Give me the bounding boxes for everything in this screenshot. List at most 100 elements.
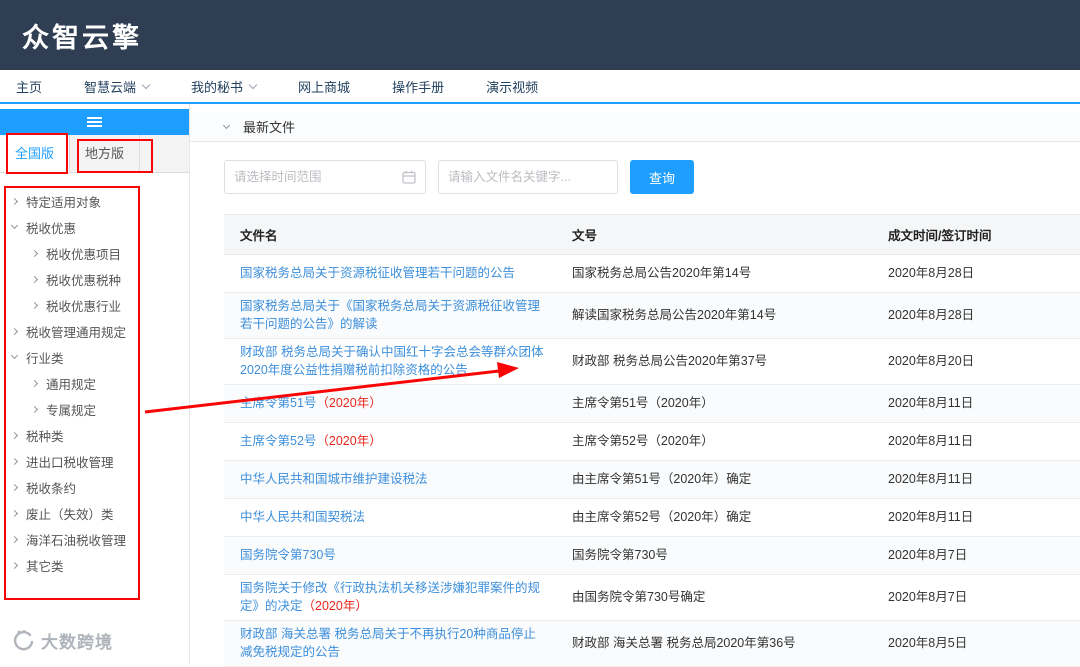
doc-number: 主席令第52号（2020年） [556,422,872,461]
watermark-logo-icon [13,629,34,650]
tree-item[interactable]: 税收管理通用规定 [0,318,189,344]
table-row: 国家税务总局关于《国家税务总局关于资源税征收管理若干问题的公告》的解读 解读国家… [224,292,1080,339]
chevron-right-icon [10,327,19,335]
doc-date: 2020年8月28日 [872,292,1080,339]
watermark-text: 大数跨境 [41,633,113,652]
doc-date: 2020年8月5日 [872,620,1080,667]
date-range-input[interactable] [234,170,394,184]
document-link[interactable]: 中华人民共和国契税法 [240,510,365,524]
documents-table: 文件名 文号 成文时间/签订时间 国家税务总局关于资源税征收管理若干问题的公告 … [224,214,1080,667]
document-link[interactable]: 主席令第52号（2020年） [240,434,382,448]
tree-item[interactable]: 税收优惠税种 [0,266,189,292]
table-row: 中华人民共和国契税法 由主席令第52号（2020年）确定 2020年8月11日 [224,498,1080,537]
table-row: 财政部 税务总局关于确认中国红十字会总会等群众团体2020年度公益性捐赠税前扣除… [224,338,1080,385]
tree-item[interactable]: 税收条约 [0,474,189,500]
sidebar: 全国版 地方版 特定适用对象 税收优惠 税收优惠项目 税收优惠税种 税收优惠行业… [0,104,190,664]
doc-number: 主席令第51号（2020年） [556,384,872,423]
panel-title: 最新文件 [243,120,296,135]
tree-item[interactable]: 其它类 [0,552,189,578]
tree-item[interactable]: 税收优惠行业 [0,292,189,318]
chevron-right-icon [30,405,39,413]
chevron-right-icon [30,275,39,283]
nav-item-smart-cloud[interactable]: 智慧云端 [84,77,151,96]
chevron-right-icon [10,431,19,439]
chevron-right-icon [30,379,39,387]
nav-item-home[interactable]: 主页 [16,77,42,96]
doc-date: 2020年8月11日 [872,384,1080,423]
date-range-field [224,160,426,194]
doc-date: 2020年8月28日 [872,254,1080,293]
doc-number: 解读国家税务总局公告2020年第14号 [556,292,872,339]
tree-item[interactable]: 税收优惠项目 [0,240,189,266]
chevron-right-icon [30,301,39,309]
chevron-right-icon [10,561,19,569]
table-row: 主席令第51号（2020年） 主席令第51号（2020年） 2020年8月11日 [224,384,1080,423]
keyword-input[interactable] [448,170,608,184]
document-link[interactable]: 国务院令第730号 [240,548,336,562]
document-link[interactable]: 财政部 海关总署 税务总局关于不再执行20种商品停止减免税规定的公告 [240,627,536,659]
table-row: 财政部 海关总署 税务总局关于不再执行20种商品停止减免税规定的公告 财政部 海… [224,620,1080,667]
category-tree: 特定适用对象 税收优惠 税收优惠项目 税收优惠税种 税收优惠行业 税收管理通用规… [0,188,189,578]
tree-item[interactable]: 税种类 [0,422,189,448]
table-row: 国务院关于修改《行政执法机关移送涉嫌犯罪案件的规定》的决定（2020年） 由国务… [224,574,1080,621]
nav-item-online-mall[interactable]: 网上商城 [298,77,350,96]
doc-date: 2020年8月7日 [872,536,1080,575]
app-header: 众智云擎 [0,0,1080,70]
col-header-docnumber: 文号 [556,214,872,255]
table-row: 主席令第52号（2020年） 主席令第52号（2020年） 2020年8月11日 [224,422,1080,461]
doc-number: 国务院令第730号 [556,536,872,575]
nav-item-my-secretary[interactable]: 我的秘书 [191,77,258,96]
table-row: 国务院令第730号 国务院令第730号 2020年8月7日 [224,536,1080,575]
tree-item[interactable]: 特定适用对象 [0,188,189,214]
collapse-chevron-icon[interactable] [222,121,231,129]
chevron-right-icon [10,457,19,465]
chevron-right-icon [10,197,19,205]
keyword-field [438,160,618,194]
document-link[interactable]: 主席令第51号（2020年） [240,396,382,410]
doc-number: 由主席令第51号（2020年）确定 [556,460,872,499]
chevron-right-icon [10,509,19,517]
menu-icon [87,115,102,129]
table-header-row: 文件名 文号 成文时间/签订时间 [224,214,1080,255]
chevron-right-icon [10,483,19,491]
document-link[interactable]: 国家税务总局关于资源税征收管理若干问题的公告 [240,266,515,280]
doc-number: 财政部 税务总局公告2020年第37号 [556,338,872,385]
tab-national-edition[interactable]: 全国版 [0,135,71,172]
tree-item[interactable]: 废止（失效）类 [0,500,189,526]
col-header-date: 成文时间/签订时间 [872,214,1080,255]
doc-date: 2020年8月7日 [872,574,1080,621]
doc-date: 2020年8月20日 [872,338,1080,385]
doc-number: 由主席令第52号（2020年）确定 [556,498,872,537]
panel-header: 最新文件 [190,112,1080,142]
calendar-icon [402,170,416,184]
chevron-down-icon [10,221,19,230]
search-button[interactable]: 查询 [630,160,694,194]
tree-item[interactable]: 海洋石油税收管理 [0,526,189,552]
chevron-down-icon [248,80,258,89]
tree-item[interactable]: 进出口税收管理 [0,448,189,474]
doc-number: 由国务院令第730号确定 [556,574,872,621]
search-toolbar: 查询 [224,160,1080,194]
doc-date: 2020年8月11日 [872,498,1080,537]
col-header-filename: 文件名 [224,214,556,255]
nav-item-demo-video[interactable]: 演示视频 [486,77,538,96]
table-row: 国家税务总局关于资源税征收管理若干问题的公告 国家税务总局公告2020年第14号… [224,254,1080,293]
doc-date: 2020年8月11日 [872,422,1080,461]
chevron-right-icon [10,535,19,543]
watermark: 大数跨境 [10,628,113,653]
document-link[interactable]: 国家税务总局关于《国家税务总局关于资源税征收管理若干问题的公告》的解读 [240,299,540,331]
tree-item[interactable]: 专属规定 [0,396,189,422]
tab-local-edition[interactable]: 地方版 [70,135,141,172]
chevron-down-icon [10,351,19,360]
sidebar-tabs: 全国版 地方版 [0,135,189,173]
tree-item[interactable]: 行业类 [0,344,189,370]
document-link[interactable]: 财政部 税务总局关于确认中国红十字会总会等群众团体2020年度公益性捐赠税前扣除… [240,345,543,377]
nav-item-manual[interactable]: 操作手册 [392,77,444,96]
document-link[interactable]: 中华人民共和国城市维护建设税法 [240,472,428,486]
doc-date: 2020年8月11日 [872,460,1080,499]
main-content: 最新文件 查询 文件名 文号 [190,104,1080,667]
tree-item[interactable]: 通用规定 [0,370,189,396]
tree-item[interactable]: 税收优惠 [0,214,189,240]
document-link[interactable]: 国务院关于修改《行政执法机关移送涉嫌犯罪案件的规定》的决定（2020年） [240,581,540,613]
sidebar-collapse-bar[interactable] [0,109,189,135]
